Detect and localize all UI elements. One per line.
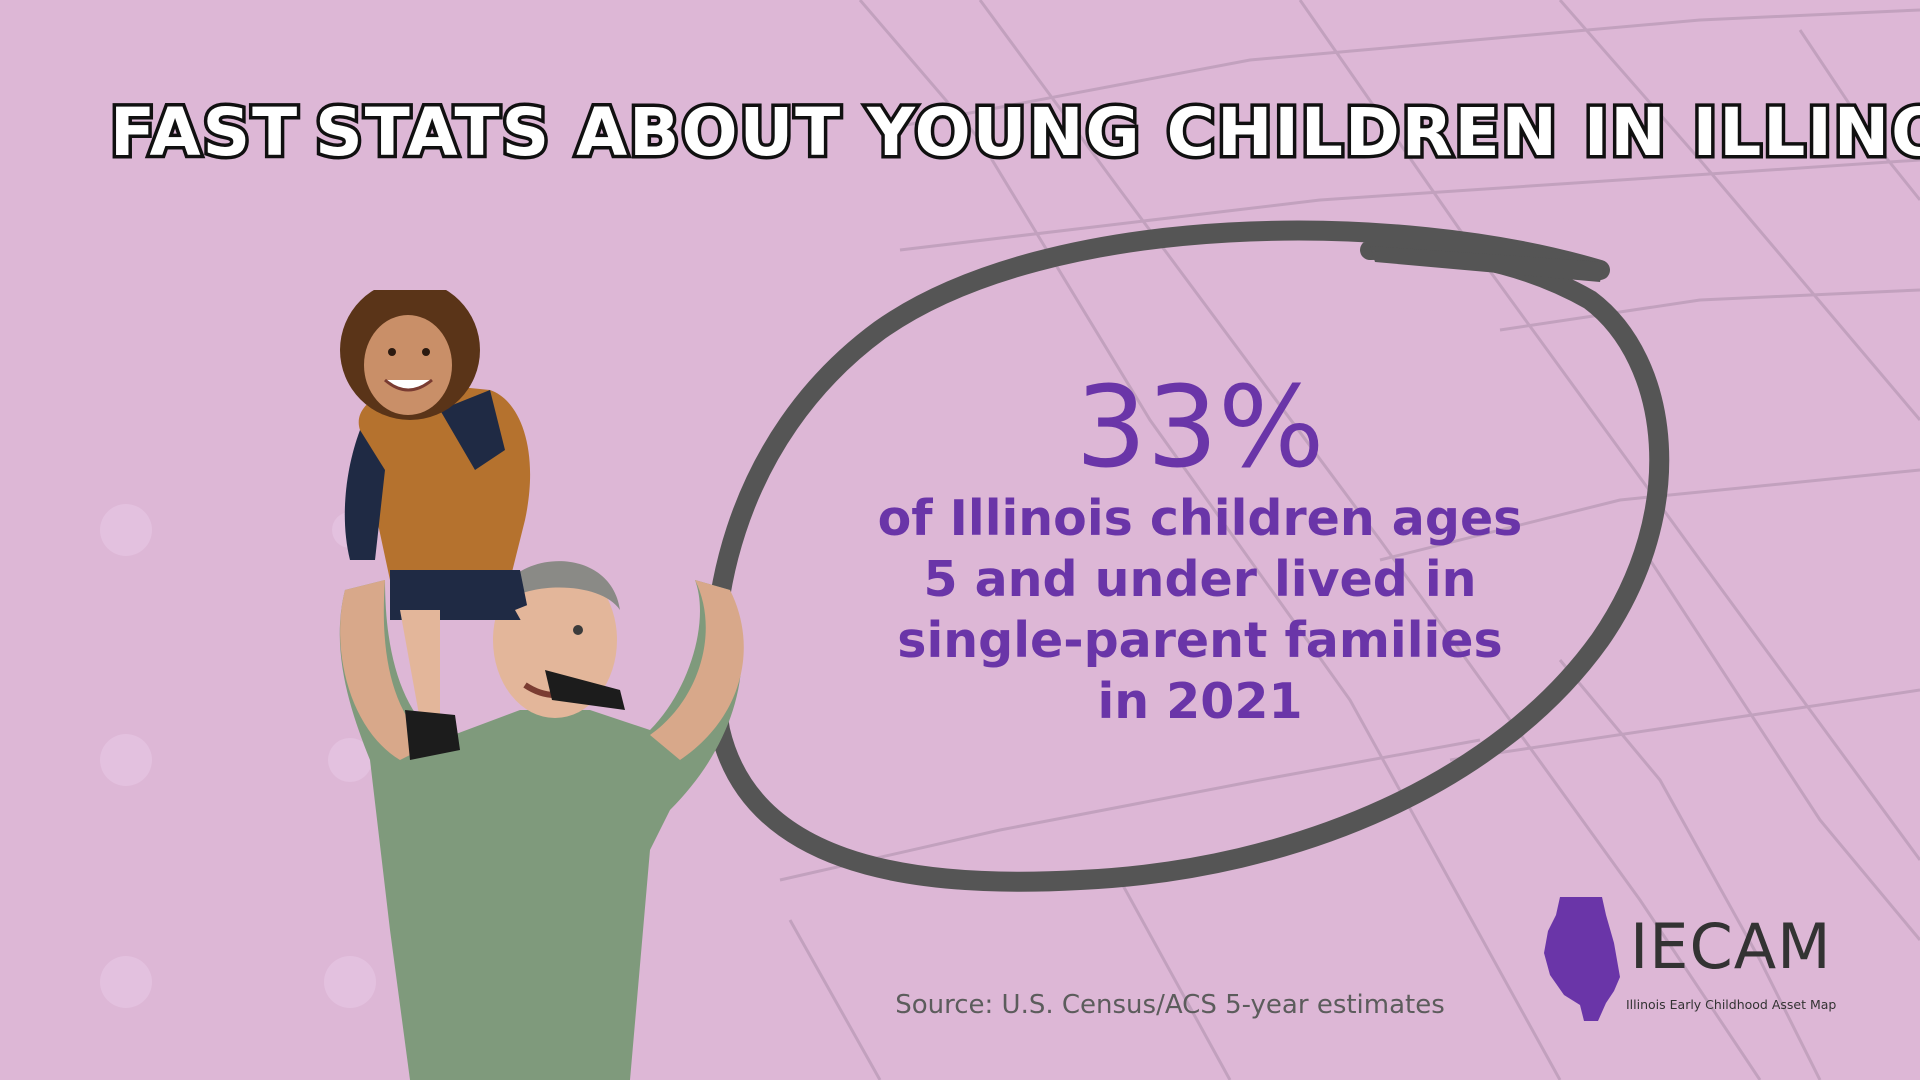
stat-description: of Illinois children ages 5 and under li…: [820, 488, 1580, 732]
stat-line: of Illinois children ages: [877, 490, 1523, 547]
stat-line: 5 and under lived in: [923, 551, 1477, 608]
stat-percentage: 33%: [1075, 363, 1325, 493]
stat-line: single-parent families: [897, 612, 1503, 669]
stat-line: in 2021: [1097, 673, 1303, 730]
logo-name: IECAM: [1630, 910, 1832, 983]
father-child-photo: [339, 290, 744, 1080]
infographic-canvas: FAST STATS ABOUT YOUNG CHILDREN IN ILLIN…: [0, 0, 1920, 1080]
source-citation: Source: U.S. Census/ACS 5-year estimates: [895, 990, 1445, 1020]
logo-subtitle: Illinois Early Childhood Asset Map: [1626, 997, 1837, 1012]
